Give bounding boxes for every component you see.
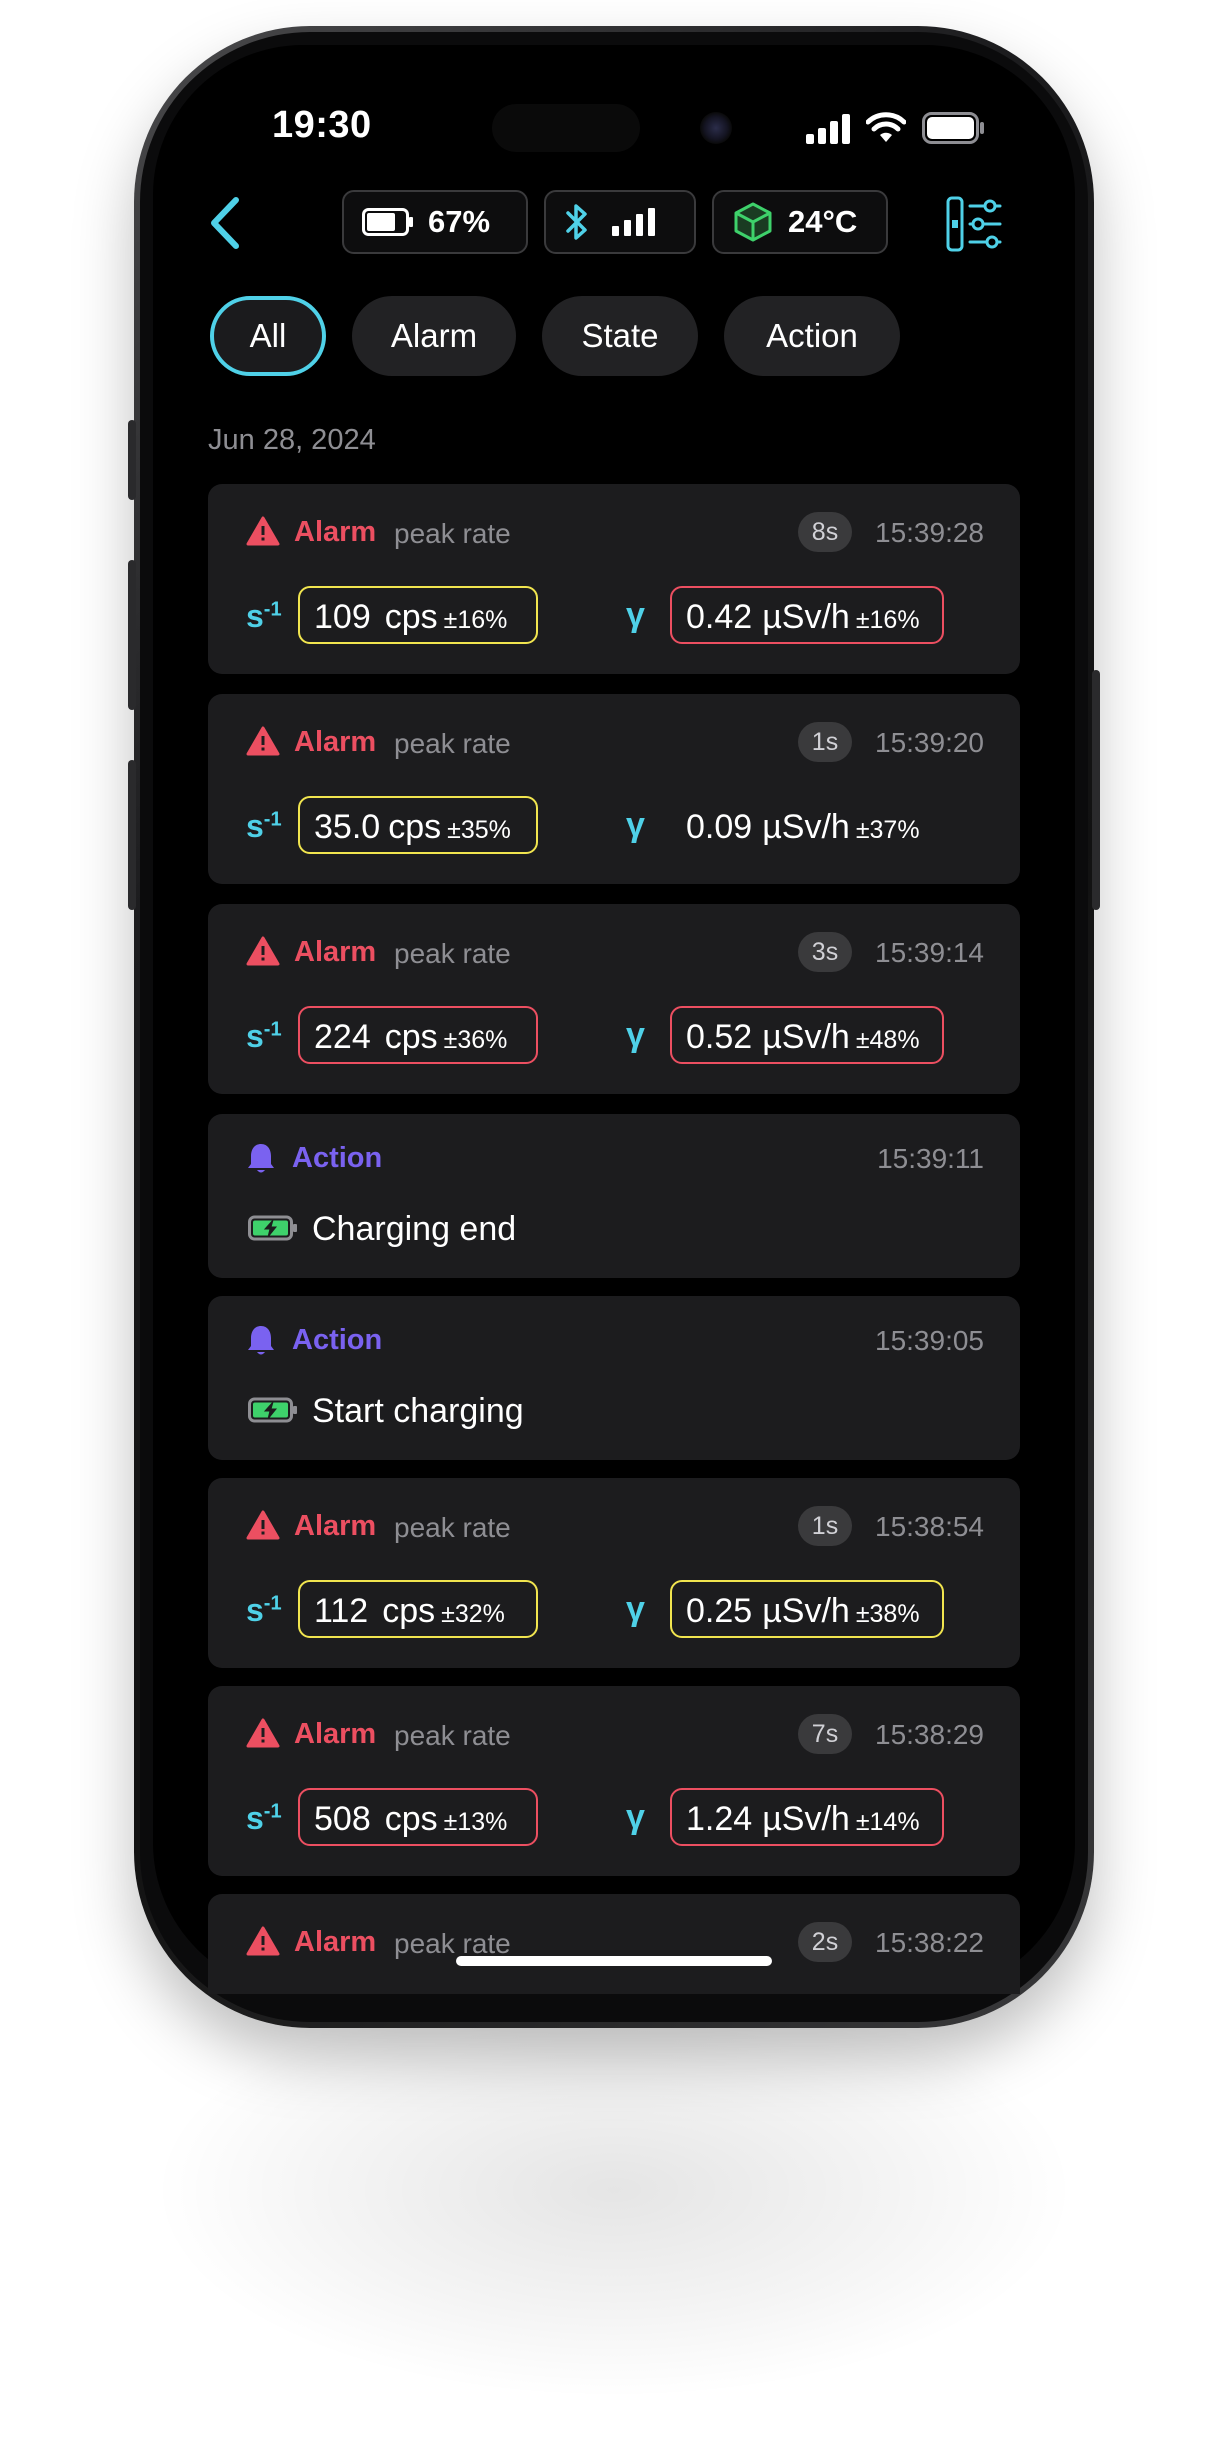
power-button <box>1092 670 1100 910</box>
event-category: Action <box>292 1142 383 1174</box>
phone-shadow <box>150 1980 1078 2400</box>
warning-triangle-icon <box>246 516 280 546</box>
event-card-action[interactable] <box>208 1114 1020 1278</box>
count-rate-value: 35.0 cps ±35% <box>298 796 538 854</box>
device-battery-chip: 67% <box>342 190 528 254</box>
event-card-alarm[interactable] <box>208 1686 1020 1876</box>
mute-switch <box>128 420 136 500</box>
event-category: Alarm <box>294 726 377 758</box>
dose-rate-symbol: γ <box>626 596 645 634</box>
warning-triangle-icon <box>246 936 280 966</box>
event-subtitle: peak rate <box>394 728 511 759</box>
front-camera <box>700 112 732 144</box>
event-time: 15:38:29 <box>875 1719 984 1750</box>
event-subtitle: peak rate <box>394 518 511 549</box>
warning-triangle-icon <box>246 726 280 756</box>
event-card-alarm[interactable] <box>208 1478 1020 1668</box>
action-text: Start charging <box>312 1392 524 1430</box>
dose-rate-symbol: γ <box>626 1590 645 1628</box>
event-category: Alarm <box>294 516 377 548</box>
event-category: Alarm <box>294 936 377 968</box>
cellular-signal-icon <box>806 114 850 144</box>
warning-triangle-icon <box>246 1718 280 1748</box>
count-rate-value: 508 cps ±13% <box>298 1788 538 1846</box>
signal-icon <box>612 208 655 236</box>
action-text: Charging end <box>312 1210 517 1248</box>
cube-icon <box>734 202 772 242</box>
count-rate-value: 224 cps ±36% <box>298 1006 538 1064</box>
back-chevron-icon[interactable] <box>208 196 244 250</box>
duration-badge: 8s <box>798 512 852 552</box>
dose-rate-symbol: γ <box>626 1016 645 1054</box>
count-rate-symbol: s-1 <box>246 1018 282 1054</box>
duration-badge: 3s <box>798 932 852 972</box>
filter-all[interactable]: All <box>210 296 326 376</box>
event-subtitle: peak rate <box>394 1512 511 1543</box>
event-card-alarm[interactable] <box>208 904 1020 1094</box>
warning-triangle-icon <box>246 1510 280 1540</box>
home-indicator[interactable] <box>456 1956 772 1966</box>
event-time: 15:38:22 <box>875 1927 984 1958</box>
event-time: 15:39:11 <box>877 1143 984 1174</box>
wifi-icon <box>866 112 906 142</box>
event-card-action[interactable] <box>208 1296 1020 1460</box>
event-time: 15:39:14 <box>875 937 984 968</box>
connection-chip <box>544 190 696 254</box>
warning-triangle-icon <box>246 1926 280 1956</box>
event-category: Alarm <box>294 1926 377 1958</box>
event-subtitle: peak rate <box>394 938 511 969</box>
status-time: 19:30 <box>272 104 372 146</box>
bell-icon <box>248 1326 274 1355</box>
battery-percent: 67% <box>428 204 491 239</box>
bell-icon <box>248 1144 274 1173</box>
event-time: 15:39:05 <box>875 1325 984 1356</box>
dynamic-island <box>492 104 640 152</box>
dose-rate-symbol: γ <box>626 1798 645 1836</box>
event-category: Alarm <box>294 1718 377 1750</box>
battery-icon <box>362 208 413 236</box>
count-rate-symbol: s-1 <box>246 1800 282 1836</box>
event-card-alarm[interactable] <box>208 484 1020 674</box>
duration-badge: 2s <box>798 1922 852 1962</box>
settings-sliders-icon[interactable] <box>946 196 1002 252</box>
event-card-alarm[interactable] <box>208 694 1020 884</box>
count-rate-symbol: s-1 <box>246 808 282 844</box>
event-time: 15:39:20 <box>875 727 984 758</box>
volume-up-button <box>128 560 136 710</box>
count-rate-value: 112 cps ±32% <box>298 1580 538 1638</box>
event-time: 15:39:28 <box>875 517 984 548</box>
event-time: 15:38:54 <box>875 1511 984 1542</box>
charging-battery-icon <box>248 1397 297 1423</box>
duration-badge: 7s <box>798 1714 852 1754</box>
temperature-chip: 24°C <box>712 190 888 254</box>
count-rate-symbol: s-1 <box>246 598 282 634</box>
event-category: Alarm <box>294 1510 377 1542</box>
duration-badge: 1s <box>798 1506 852 1546</box>
count-rate-symbol: s-1 <box>246 1592 282 1628</box>
dose-rate-symbol: γ <box>626 806 645 844</box>
event-subtitle: peak rate <box>394 1720 511 1751</box>
bluetooth-icon <box>566 204 587 240</box>
filter-state[interactable]: State <box>542 296 698 376</box>
status-battery-icon <box>922 112 984 144</box>
duration-badge: 1s <box>798 722 852 762</box>
dose-rate-value: 0.42 µSv/h ±16% <box>670 586 944 644</box>
volume-down-button <box>128 760 136 910</box>
dose-rate-value: 1.24 µSv/h ±14% <box>670 1788 944 1846</box>
charging-battery-icon <box>248 1215 297 1241</box>
filter-alarm[interactable]: Alarm <box>352 296 516 376</box>
filter-action[interactable]: Action <box>724 296 900 376</box>
date-header: Jun 28, 2024 <box>208 424 376 456</box>
temperature-value: 24°C <box>788 204 858 239</box>
dose-rate-value: 0.09 µSv/h ±37% <box>686 808 920 846</box>
count-rate-value: 109 cps ±16% <box>298 586 538 644</box>
dose-rate-value: 0.52 µSv/h ±48% <box>670 1006 944 1064</box>
event-category: Action <box>292 1324 383 1356</box>
dose-rate-value: 0.25 µSv/h ±38% <box>670 1580 944 1638</box>
